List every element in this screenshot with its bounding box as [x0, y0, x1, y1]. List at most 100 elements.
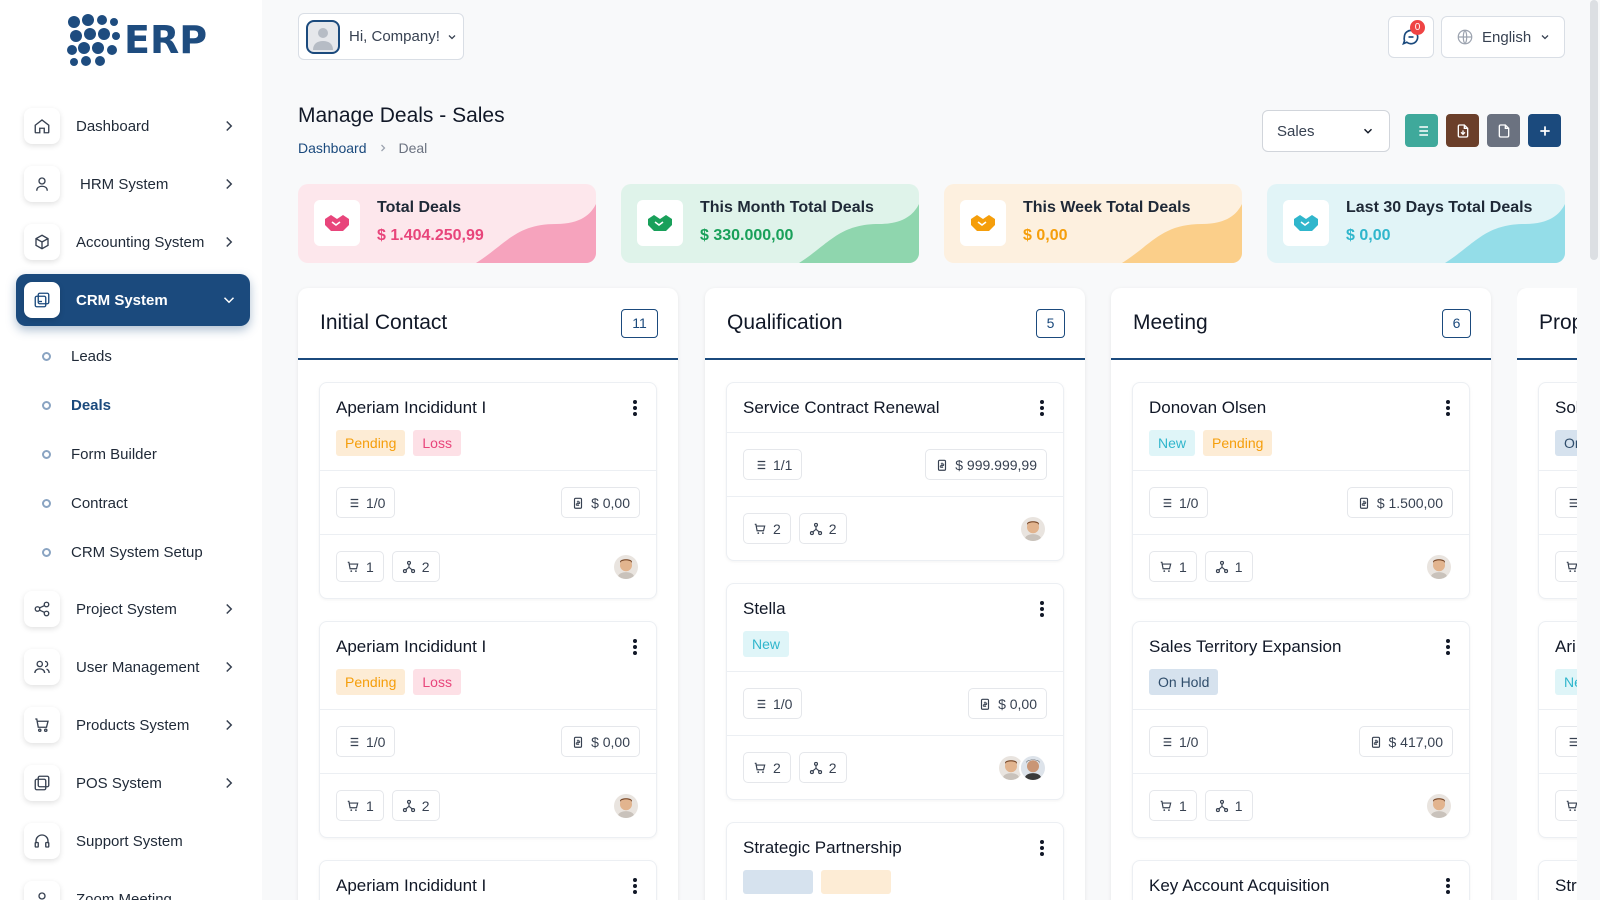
column-title: Proposal: [1539, 311, 1577, 334]
tasks-pill: 1/0: [336, 726, 396, 757]
avatar[interactable]: [1019, 514, 1047, 543]
sidebar-subitem-label: Contract: [71, 495, 128, 512]
sidebar-item-hrm[interactable]: HRM System: [16, 158, 250, 210]
bullet-icon: [42, 450, 51, 459]
more-options-icon[interactable]: [1039, 839, 1045, 857]
source-icon: [809, 522, 822, 535]
file-import-icon: [1457, 123, 1468, 138]
deal-card[interactable]: Strategic Partnership: [726, 822, 1064, 900]
sidebar-subitem-deals[interactable]: Deals: [36, 381, 250, 430]
sidebar-item-zoom[interactable]: Zoom Meeting: [16, 873, 250, 900]
user-menu-button[interactable]: Hi, Company!: [298, 13, 464, 60]
sidebar-item-label: Dashboard: [76, 117, 150, 135]
page-title: Manage Deals - Sales: [298, 104, 505, 127]
sources-count: 1: [1234, 558, 1243, 575]
sidebar-subitem-label: Leads: [71, 348, 112, 365]
kanban-column-qualification: Qualification 5 Service Contract Renewal…: [705, 288, 1085, 900]
language-select[interactable]: English: [1441, 16, 1565, 58]
sidebar-subitem-form-builder[interactable]: Form Builder: [36, 430, 250, 479]
more-options-icon[interactable]: [632, 638, 638, 656]
users-icon: [24, 649, 60, 685]
status-badge: New: [743, 631, 790, 657]
more-options-icon[interactable]: [632, 877, 638, 895]
handshake-shape: [648, 215, 672, 231]
sidebar-item-user-management[interactable]: User Management: [16, 641, 250, 693]
deal-card[interactable]: Aperiam Incididunt I: [319, 860, 657, 900]
decorative-wave: [799, 204, 919, 263]
avatar[interactable]: [612, 552, 640, 581]
deal-card[interactable]: Key Account Acquisition: [1132, 860, 1470, 900]
avatar[interactable]: [1425, 791, 1453, 820]
deal-card[interactable]: Aperiam Incididunt I Pending Loss 1/0 $ …: [319, 382, 657, 599]
deal-card[interactable]: Stella New 1/0 $ 0,00 2 2: [726, 583, 1064, 800]
sidebar-item-accounting[interactable]: Accounting System: [16, 216, 250, 268]
products-count: 1: [1179, 797, 1187, 814]
products-pill: 2: [743, 513, 791, 544]
user-avatar-icon: [313, 27, 333, 50]
notifications-button[interactable]: 0: [1388, 16, 1434, 58]
breadcrumb-home-link[interactable]: Dashboard: [298, 140, 367, 156]
pipeline-select[interactable]: Sales: [1262, 110, 1390, 152]
column-title: Qualification: [727, 311, 843, 334]
stat-value: $ 330.000,00: [700, 227, 794, 244]
more-options-icon[interactable]: [1445, 638, 1451, 656]
breadcrumb-current: Deal: [398, 140, 428, 156]
sidebar-item-label: Products System: [76, 716, 190, 734]
more-options-icon[interactable]: [1445, 399, 1451, 417]
deal-title: Strategic Partnership: [743, 838, 902, 857]
deal-card[interactable]: Sol On: [1538, 382, 1577, 599]
deal-card[interactable]: Service Contract Renewal 1/1 $ 999.999,9…: [726, 382, 1064, 561]
sidebar-subitem-leads[interactable]: Leads: [36, 332, 250, 381]
sidebar-item-label: HRM System: [80, 175, 169, 193]
sidebar-item-support[interactable]: Support System: [16, 815, 250, 867]
column-header: Meeting 6: [1111, 288, 1491, 360]
notification-badge: 0: [1410, 20, 1425, 35]
sidebar-subitem-contract[interactable]: Contract: [36, 479, 250, 528]
deal-title: Aperiam Incididunt I: [336, 876, 487, 895]
deal-card[interactable]: Donovan Olsen New Pending 1/0 $ 1.500,00…: [1132, 382, 1470, 599]
price-icon: [573, 736, 583, 748]
deal-card[interactable]: Aperiam Incididunt I Pending Loss 1/0 $ …: [319, 621, 657, 838]
page-scrollbar[interactable]: [1590, 0, 1598, 260]
price-icon: [980, 698, 990, 710]
price-pill: $ 417,00: [1358, 726, 1453, 757]
export-button[interactable]: [1487, 114, 1520, 147]
more-options-icon[interactable]: [1039, 600, 1045, 618]
products-pill: 1: [1149, 790, 1197, 821]
sidebar-item-label: POS System: [76, 774, 162, 792]
deal-title: Stella: [743, 599, 786, 618]
list-view-button[interactable]: [1405, 114, 1438, 147]
sidebar-item-pos[interactable]: POS System: [16, 757, 250, 809]
more-options-icon[interactable]: [1039, 399, 1045, 417]
import-button[interactable]: [1446, 114, 1479, 147]
avatar[interactable]: [1425, 552, 1453, 581]
more-options-icon[interactable]: [1445, 877, 1451, 895]
column-header: Qualification 5: [705, 288, 1085, 360]
products-count: 2: [773, 759, 781, 776]
sidebar-item-products[interactable]: Products System: [16, 699, 250, 751]
sidebar-item-crm[interactable]: CRM System: [16, 274, 250, 326]
sidebar-item-project[interactable]: Project System: [16, 583, 250, 635]
sidebar-subitem-crm-setup[interactable]: CRM System Setup: [36, 528, 250, 577]
column-title: Meeting: [1133, 311, 1208, 334]
avatar[interactable]: [1019, 753, 1047, 782]
status-badge: [821, 870, 891, 894]
chevron-down-icon: [223, 297, 235, 304]
status-badge: Pending: [1203, 430, 1273, 456]
more-options-icon[interactable]: [632, 399, 638, 417]
sidebar-item-label: Zoom Meeting: [76, 890, 172, 900]
deal-card[interactable]: Sales Territory Expansion On Hold 1/0 $ …: [1132, 621, 1470, 838]
add-deal-button[interactable]: [1528, 114, 1561, 147]
file-export-icon: [1498, 123, 1509, 138]
kanban-column-initial-contact: Initial Contact 11 Aperiam Incididunt I …: [298, 288, 678, 900]
avatar[interactable]: [612, 791, 640, 820]
source-icon: [1215, 799, 1228, 812]
app-logo[interactable]: ERP: [66, 14, 207, 66]
price-pill: $ 999.999,99: [925, 449, 1047, 480]
status-badge: Pending: [336, 430, 406, 456]
sources-count: 2: [828, 520, 837, 537]
sidebar-item-dashboard[interactable]: Dashboard: [16, 100, 250, 152]
deal-card[interactable]: Str: [1538, 860, 1577, 900]
deal-card[interactable]: Ari Ne: [1538, 621, 1577, 838]
tasks-count: 1/0: [1179, 733, 1199, 750]
